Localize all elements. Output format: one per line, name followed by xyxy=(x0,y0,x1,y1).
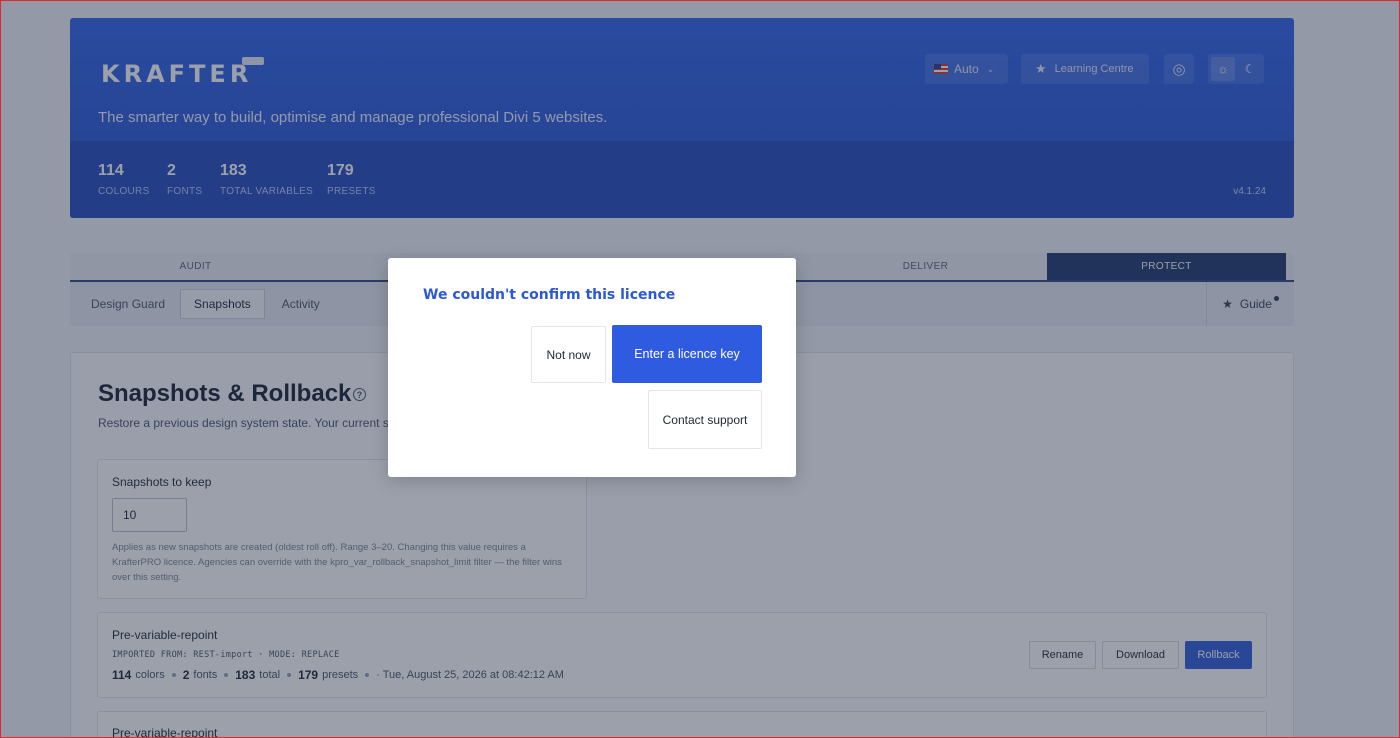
not-now-button[interactable]: Not now xyxy=(531,326,606,383)
contact-support-button[interactable]: Contact support xyxy=(648,390,762,449)
enter-licence-key-button[interactable]: Enter a licence key xyxy=(612,325,762,383)
dialog-title: We couldn't confirm this licence xyxy=(423,287,676,303)
licence-dialog: We couldn't confirm this licence Not now… xyxy=(388,258,796,477)
